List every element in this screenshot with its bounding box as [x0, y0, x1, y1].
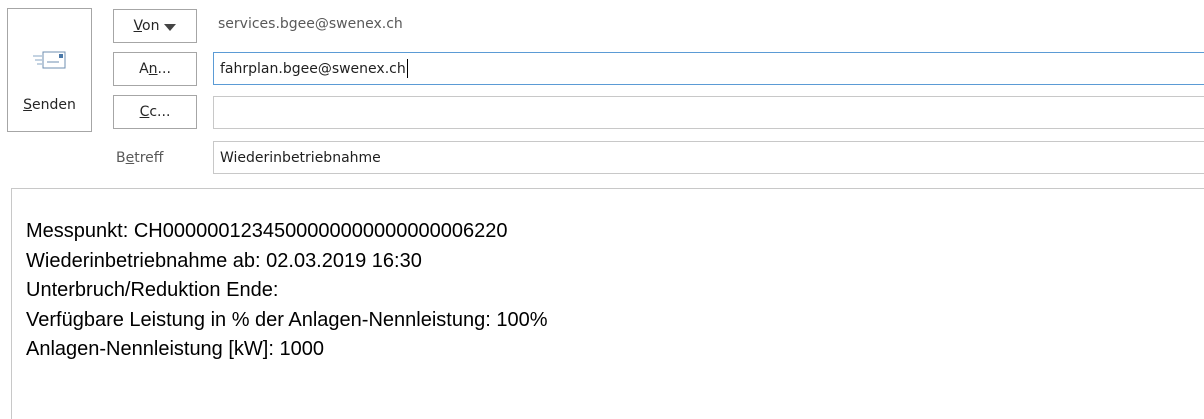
send-label: Senden: [23, 97, 76, 113]
chevron-down-icon: [164, 23, 177, 31]
body-line: Verfügbare Leistung in % der Anlagen-Nen…: [26, 308, 548, 331]
message-body[interactable]: Messpunkt: CH000000123450000000000000000…: [11, 188, 1204, 419]
accesskey-underline: S: [23, 97, 33, 113]
accesskey-underline: V: [133, 18, 143, 34]
subject-label: Betreff: [116, 150, 164, 166]
accesskey-underline: e: [125, 150, 135, 166]
send-button[interactable]: Senden: [7, 8, 92, 132]
cc-button[interactable]: Cc...: [113, 95, 197, 129]
to-field[interactable]: fahrplan.bgee@swenex.ch: [213, 52, 1204, 85]
compose-window: Senden Von services.bgee@swenex.ch An...…: [0, 0, 1204, 419]
to-button[interactable]: An...: [113, 52, 197, 86]
text-cursor: [406, 59, 408, 78]
from-address: services.bgee@swenex.ch: [218, 16, 403, 32]
body-line: Unterbruch/Reduktion Ende:: [26, 279, 279, 301]
accesskey-underline: C: [139, 104, 150, 120]
from-button[interactable]: Von: [113, 9, 197, 43]
to-value: fahrplan.bgee@swenex.ch: [220, 60, 406, 77]
body-line: Anlagen-Nennleistung [kW]: 1000: [26, 338, 324, 360]
body-line: Messpunkt: CH000000123450000000000000000…: [26, 220, 508, 242]
cc-button-label: Cc...: [139, 104, 171, 120]
subject-value: Wiederinbetriebnahme: [220, 149, 381, 166]
to-button-label: An...: [139, 61, 171, 77]
from-button-label: Von: [133, 18, 160, 34]
send-mail-icon: [33, 51, 66, 69]
message-text: Messpunkt: CH000000123450000000000000000…: [26, 217, 547, 365]
body-line: Wiederinbetriebnahme ab: 02.03.2019 16:3…: [26, 249, 422, 272]
cc-field[interactable]: [213, 96, 1204, 129]
subject-field[interactable]: Wiederinbetriebnahme: [213, 141, 1204, 174]
accesskey-underline: n: [148, 61, 158, 77]
